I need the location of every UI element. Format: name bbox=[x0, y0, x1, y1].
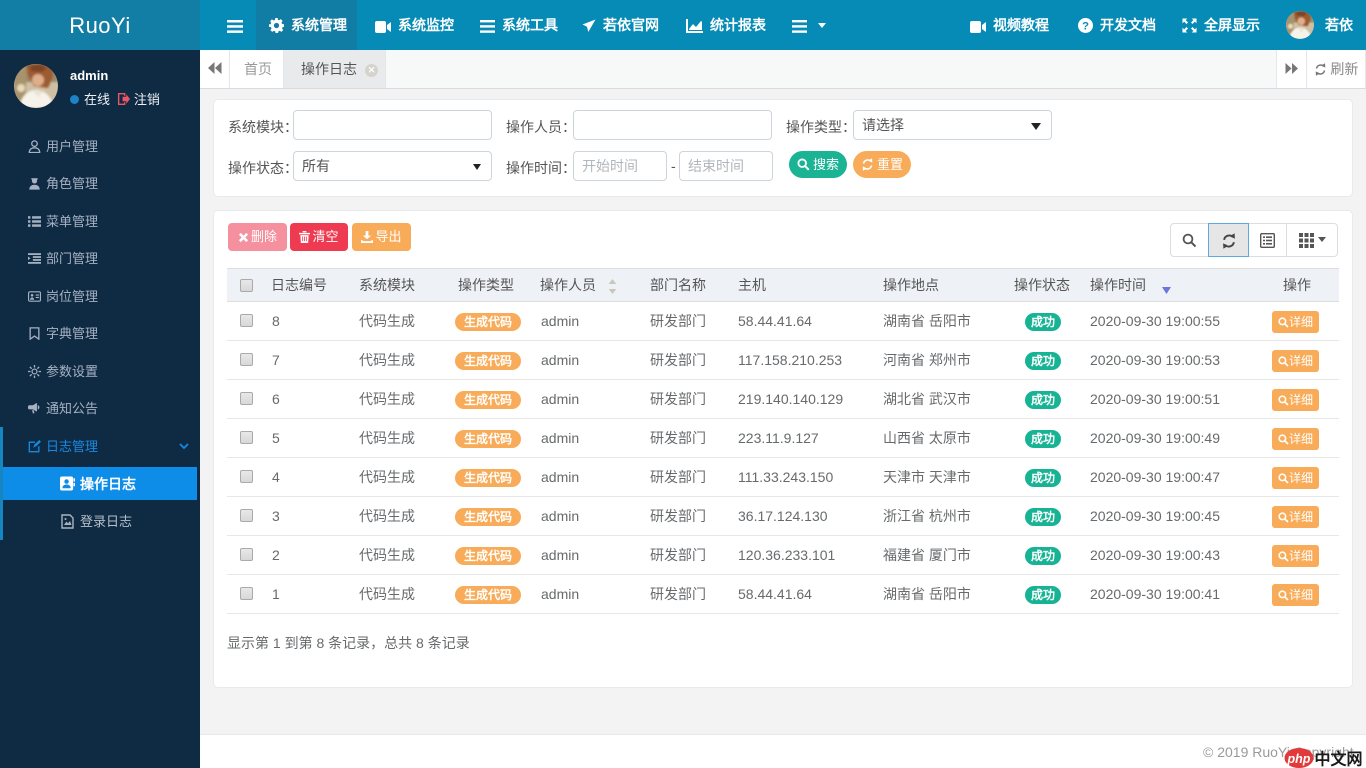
svg-text:中文网: 中文网 bbox=[1315, 750, 1363, 768]
svg-text:?: ? bbox=[1082, 20, 1089, 32]
svg-text:php: php bbox=[1287, 752, 1311, 766]
